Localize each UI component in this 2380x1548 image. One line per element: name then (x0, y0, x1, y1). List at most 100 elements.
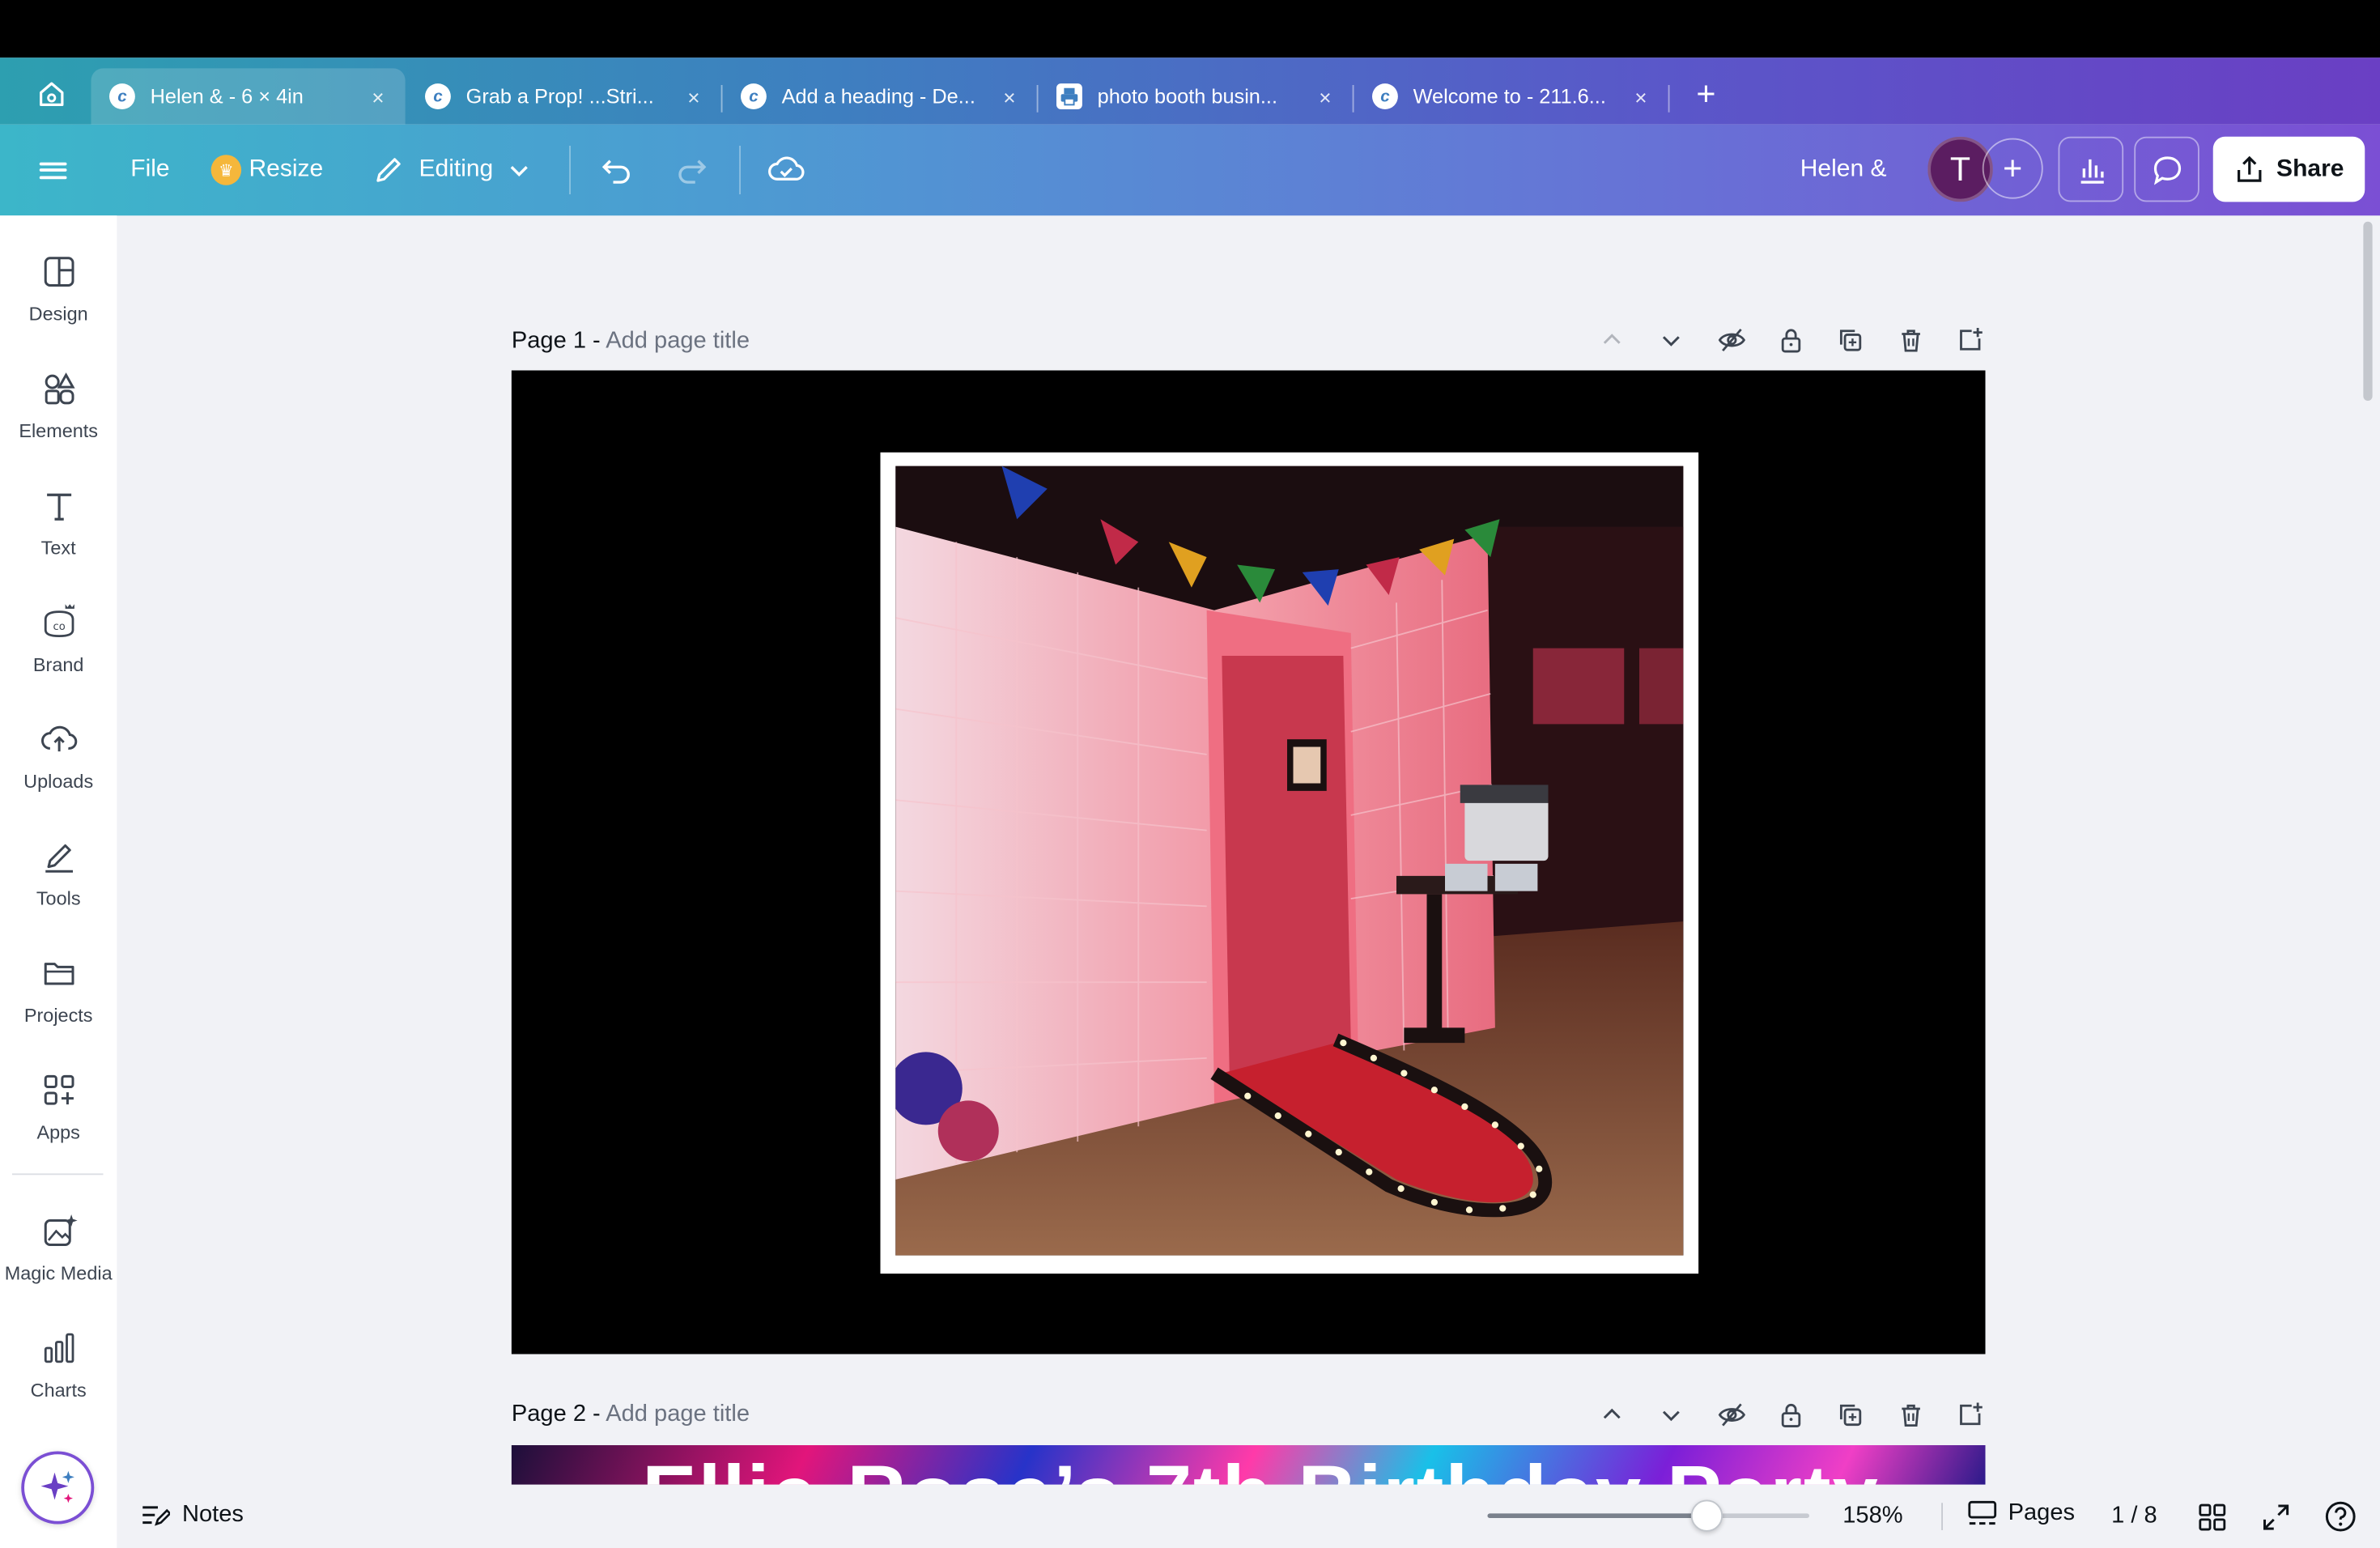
hide-page-button[interactable] (1713, 322, 1749, 359)
chevron-down-icon (1663, 1410, 1681, 1422)
photo-booth-image[interactable] (895, 466, 1684, 1256)
pencil-icon (376, 158, 401, 182)
sidebar-item-tools[interactable]: Tools (0, 836, 117, 942)
pages-label: Pages (2008, 1499, 2076, 1526)
sidebar-item-label: Uploads (23, 771, 94, 793)
add-page-icon (1960, 328, 1983, 351)
main-menu-button[interactable] (39, 125, 79, 216)
tab-label: Add a heading - De... (781, 85, 975, 108)
sparkle-icon (40, 1470, 74, 1503)
page-2-header: Page 2 - Add page title (512, 1401, 750, 1429)
move-page-up-button[interactable] (1594, 322, 1630, 359)
duplicate-page-button[interactable] (1833, 322, 1869, 359)
page-2-heading[interactable]: Ellie-Rose’s 7th Birthday Party (642, 1448, 1880, 1485)
magic-assistant-button[interactable] (21, 1451, 95, 1525)
resize-label: Resize (249, 156, 324, 182)
magic-media-icon (43, 1214, 77, 1246)
comments-button[interactable] (2134, 136, 2199, 202)
move-page-up-button[interactable] (1594, 1397, 1630, 1433)
pages-button[interactable]: Pages (1967, 1500, 2075, 1528)
move-page-down-button[interactable] (1653, 1397, 1689, 1433)
add-page-button[interactable] (1952, 322, 1988, 359)
zoom-percentage[interactable]: 158% (1842, 1503, 1902, 1530)
text-icon (46, 493, 71, 521)
notes-icon (142, 1506, 170, 1526)
editing-label: Editing (419, 156, 494, 182)
notes-button[interactable]: Notes (140, 1501, 244, 1529)
sidebar-item-projects[interactable]: Projects (0, 954, 117, 1060)
add-page-button[interactable] (1952, 1397, 1988, 1433)
grid-icon (2198, 1503, 2225, 1530)
lock-page-button[interactable] (1773, 1397, 1809, 1433)
undo-button[interactable] (600, 125, 633, 216)
charts-icon (43, 1333, 74, 1363)
brand-icon: co (43, 604, 74, 638)
close-icon[interactable]: × (1310, 84, 1341, 108)
help-button[interactable] (2324, 1500, 2357, 1533)
design-name[interactable]: Helen & (1800, 125, 1887, 216)
invite-button[interactable]: + (1982, 138, 2043, 199)
tab-helen[interactable]: c Helen & - 6 × 4in × (91, 68, 406, 125)
printer-icon (1056, 83, 1082, 109)
tab-add-a-heading[interactable]: c Add a heading - De... × (723, 68, 1037, 124)
editing-mode-dropdown[interactable]: Editing (373, 125, 529, 216)
new-tab-button[interactable]: + (1685, 73, 1728, 116)
elements-icon (44, 372, 74, 405)
chevron-up-icon (1603, 334, 1621, 344)
delete-page-button[interactable] (1892, 1397, 1928, 1433)
move-page-down-button[interactable] (1653, 322, 1689, 359)
tab-welcome[interactable]: c Welcome to - 211.6... × (1354, 68, 1668, 124)
sidebar-item-label: Text (40, 537, 76, 559)
sidebar-item-brand[interactable]: co Brand (0, 602, 117, 708)
close-icon[interactable]: × (1626, 84, 1656, 108)
page-2-actions (1594, 1397, 1989, 1433)
sidebar-item-magic-media[interactable]: Magic Media (0, 1211, 117, 1317)
page-title-input[interactable]: Add page title (606, 1401, 750, 1427)
sidebar-item-apps[interactable]: Apps (0, 1070, 117, 1176)
fullscreen-button[interactable] (2259, 1500, 2292, 1533)
duplicate-page-button[interactable] (1833, 1397, 1869, 1433)
close-icon[interactable]: × (363, 84, 393, 108)
resize-button[interactable]: ♛ Resize (210, 125, 324, 216)
crown-icon: ♛ (210, 155, 242, 185)
tab-photo-booth[interactable]: photo booth busin... × (1039, 68, 1353, 124)
duplicate-icon (1840, 330, 1862, 351)
cloud-save-status[interactable] (768, 125, 805, 216)
zoom-slider-handle[interactable] (1690, 1499, 1723, 1532)
page-1-canvas[interactable] (511, 370, 1986, 1354)
photo-frame[interactable] (880, 452, 1699, 1274)
trash-icon (1901, 330, 1920, 352)
zoom-slider[interactable] (1487, 1499, 1809, 1532)
grid-view-button[interactable] (2195, 1500, 2228, 1533)
close-icon[interactable]: × (994, 84, 1025, 108)
tab-grab-a-prop[interactable]: c Grab a Prop! ...Stri... × (407, 68, 721, 124)
tab-label: Grab a Prop! ...Stri... (465, 85, 654, 108)
lock-page-button[interactable] (1773, 322, 1809, 359)
sidebar-item-text[interactable]: Text (0, 486, 117, 592)
sidebar-item-charts[interactable]: Charts (0, 1329, 117, 1435)
delete-page-button[interactable] (1892, 322, 1928, 359)
hide-page-button[interactable] (1713, 1397, 1749, 1433)
insights-button[interactable] (2058, 136, 2124, 202)
share-icon (2237, 155, 2262, 181)
help-icon (2325, 1501, 2356, 1532)
canva-icon: c (109, 83, 135, 109)
sidebar-item-design[interactable]: Design (0, 252, 117, 358)
chevron-up-icon (1603, 1408, 1621, 1419)
cloud-check-icon (768, 156, 805, 181)
page-title-input[interactable]: Add page title (606, 328, 750, 354)
share-button[interactable]: Share (2212, 136, 2365, 202)
redo-button[interactable] (675, 125, 708, 216)
tab-label: Helen & - 6 × 4in (150, 85, 304, 108)
page-2-canvas[interactable]: Ellie-Rose’s 7th Birthday Party (511, 1445, 1986, 1485)
vertical-scrollbar[interactable] (2363, 221, 2373, 401)
file-menu-button[interactable]: File (130, 125, 169, 216)
sidebar-item-uploads[interactable]: Uploads (0, 720, 117, 826)
lock-icon (1781, 1403, 1801, 1427)
sidebar-item-elements[interactable]: Elements (0, 369, 117, 475)
home-button[interactable] (21, 73, 82, 116)
eye-slash-icon (1718, 1403, 1745, 1427)
zoom-slider-fill (1487, 1513, 1706, 1518)
eye-slash-icon (1718, 328, 1745, 352)
close-icon[interactable]: × (678, 84, 709, 108)
